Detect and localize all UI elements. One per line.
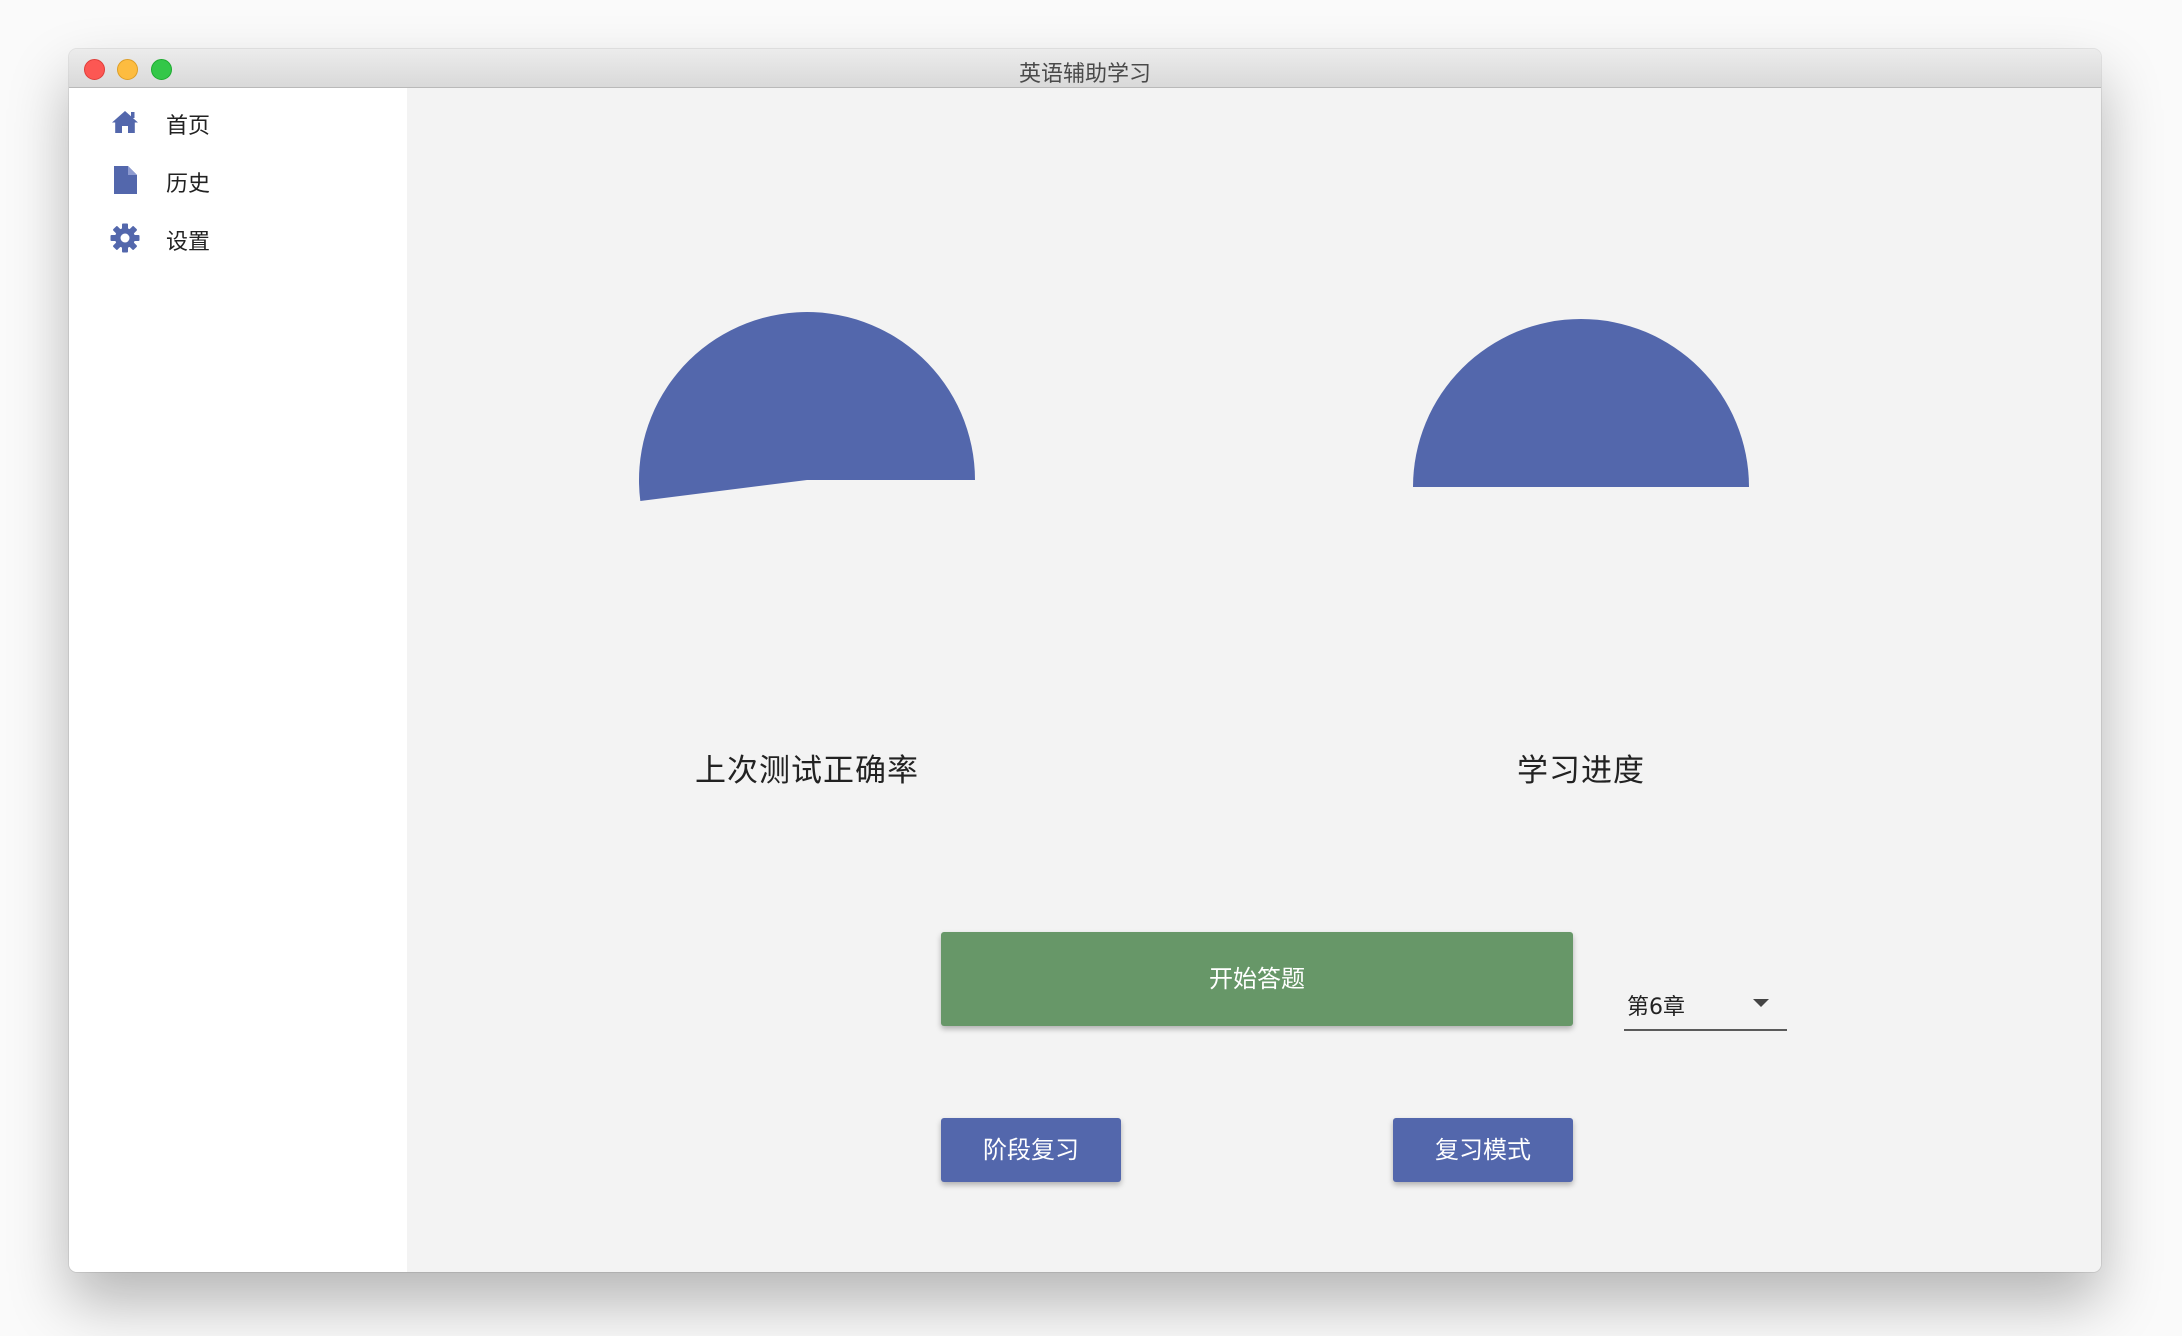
main-content: 上次测试正确率 学习进度 开始答题 第6章 阶段复习 复习模式: [407, 88, 2101, 1272]
accuracy-gauge: [639, 312, 975, 502]
sidebar-item-home[interactable]: 首页: [69, 94, 407, 150]
sidebar-item-label: 历史: [166, 172, 211, 197]
progress-gauge: [1413, 319, 1749, 487]
home-icon: [112, 111, 138, 133]
accuracy-gauge-title: 上次测试正确率: [695, 753, 919, 789]
sidebar-item-settings[interactable]: 设置: [69, 210, 407, 266]
sidebar-item-label: 首页: [166, 114, 211, 139]
title-bar[interactable]: 英语辅助学习: [69, 49, 2101, 88]
progress-gauge-title: 学习进度: [1517, 753, 1645, 789]
chapter-select-value: 第6章: [1627, 995, 1685, 1020]
sidebar-item-label: 设置: [166, 230, 211, 255]
window-title: 英语辅助学习: [1018, 62, 1151, 87]
stage-review-button[interactable]: 阶段复习: [941, 1118, 1121, 1182]
document-icon: [114, 166, 137, 194]
gear-icon: [110, 223, 140, 253]
app-window: 英语辅助学习 首页 历史 设置 上次测试正确率 学习进度 开始答题 第6章 阶段…: [69, 49, 2101, 1272]
chapter-select[interactable]: 第6章: [1624, 973, 1787, 1031]
review-mode-button[interactable]: 复习模式: [1393, 1118, 1573, 1182]
desktop: 英语辅助学习 首页 历史 设置 上次测试正确率 学习进度 开始答题 第6章 阶段…: [0, 0, 2182, 1336]
sidebar: 首页 历史 设置: [69, 88, 407, 1272]
chevron-down-icon: [1753, 999, 1769, 1007]
sidebar-item-history[interactable]: 历史: [69, 152, 407, 208]
start-quiz-button[interactable]: 开始答题: [941, 932, 1573, 1026]
